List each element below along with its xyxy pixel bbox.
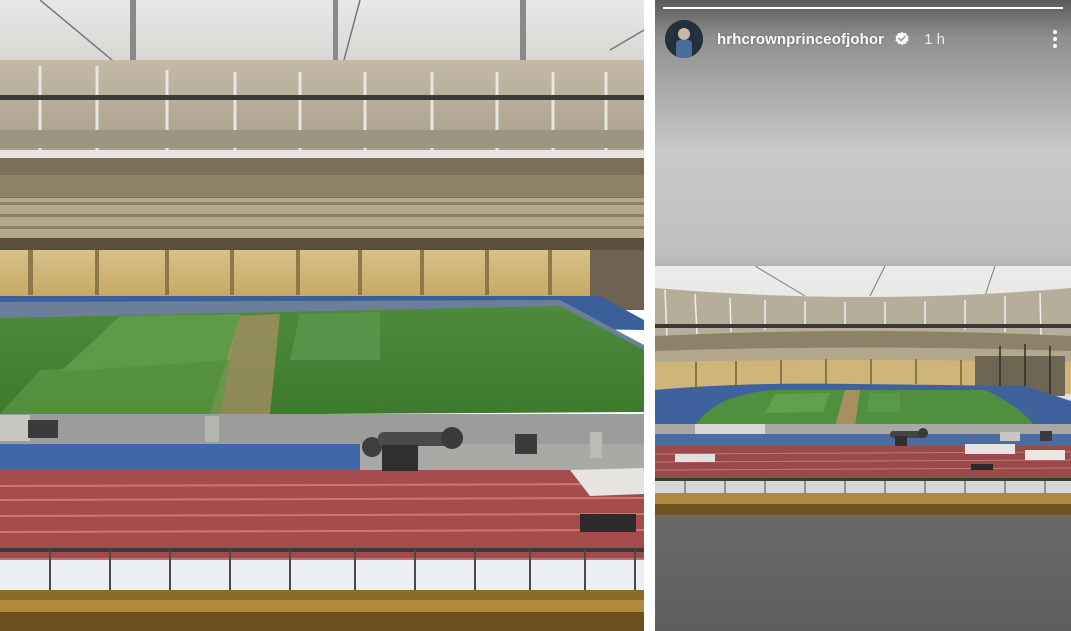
verified-badge-icon: [894, 31, 910, 47]
story-username[interactable]: hrhcrownprinceofjohor: [717, 31, 884, 48]
story-time: 1 h: [924, 30, 945, 48]
story-header: hrhcrownprinceofjohor 1 h: [665, 18, 1065, 60]
avatar-image: [665, 20, 703, 58]
stadium-image: [0, 0, 644, 631]
story-progress-bar: [663, 7, 1063, 9]
stadium-photo-right: [655, 266, 1071, 515]
story-progress-fill: [663, 7, 1063, 9]
story-panel: hrhcrownprinceofjohor 1 h: [655, 0, 1071, 631]
more-options-icon[interactable]: [1045, 28, 1065, 50]
profile-avatar[interactable]: [665, 20, 703, 58]
stadium-photo-left: [0, 0, 644, 631]
